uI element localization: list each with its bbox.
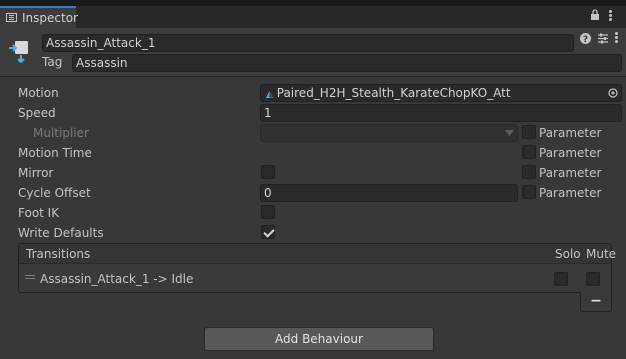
transitions-list: Transitions Solo Mute Assassin_Attack_1 … <box>18 243 616 293</box>
mirror-parameter-label: Parameter <box>539 166 602 180</box>
write-defaults-label: Write Defaults <box>18 226 104 240</box>
menu-icon[interactable] <box>608 10 612 22</box>
cycle-offset-parameter-checkbox[interactable] <box>522 185 536 199</box>
motion-value: Paired_H2H_Stealth_KarateChopKO_Att <box>276 86 511 100</box>
mirror-label: Mirror <box>18 166 54 180</box>
dropdown-arrow-icon <box>505 130 514 136</box>
motion-field[interactable]: ◭ Paired_H2H_Stealth_KarateChopKO_Att <box>260 84 622 102</box>
inspector-icon <box>6 13 17 22</box>
motion-time-parameter-checkbox[interactable] <box>522 145 536 159</box>
foot-ik-label: Foot IK <box>18 206 60 220</box>
speed-label: Speed <box>18 106 56 120</box>
transition-label: Assassin_Attack_1 -> Idle <box>40 272 194 286</box>
multiplier-parameter-label: Parameter <box>539 126 602 140</box>
write-defaults-checkbox[interactable] <box>261 225 275 239</box>
list-item[interactable]: Assassin_Attack_1 -> Idle <box>19 268 611 290</box>
window-top-bar <box>0 0 626 6</box>
transition-solo-checkbox[interactable] <box>554 272 568 286</box>
cycle-offset-parameter-label: Parameter <box>539 186 602 200</box>
animator-state-icon <box>9 41 28 64</box>
object-picker-icon[interactable] <box>608 88 618 98</box>
tag-field[interactable] <box>72 54 622 72</box>
cycle-offset-label: Cycle Offset <box>18 186 91 200</box>
help-icon[interactable]: ? <box>580 33 591 44</box>
transitions-header: Transitions Solo Mute <box>19 244 616 264</box>
anim-clip-icon: ◭ <box>266 90 273 100</box>
foot-ik-checkbox[interactable] <box>261 205 275 219</box>
transition-mute-checkbox[interactable] <box>586 272 600 286</box>
transitions-header-label: Transitions <box>26 247 91 261</box>
multiplier-dropdown[interactable] <box>260 124 518 142</box>
add-behaviour-button[interactable]: Add Behaviour <box>204 327 434 351</box>
object-header: Tag ? <box>0 28 626 77</box>
remove-transition-button[interactable]: − <box>580 292 612 312</box>
motion-label: Motion <box>18 86 59 100</box>
tab-inspector[interactable]: Inspector <box>0 6 78 28</box>
mute-column-label: Mute <box>586 247 617 261</box>
multiplier-parameter-checkbox[interactable] <box>522 125 536 139</box>
drag-handle-icon[interactable] <box>25 275 35 280</box>
tag-label: Tag <box>42 55 63 69</box>
motion-time-label: Motion Time <box>18 146 92 160</box>
tab-strip: Inspector <box>0 0 626 28</box>
svg-text:?: ? <box>583 35 588 44</box>
tab-inspector-label: Inspector <box>22 11 78 25</box>
mirror-checkbox[interactable] <box>261 165 275 179</box>
mirror-parameter-checkbox[interactable] <box>522 165 536 179</box>
speed-field[interactable] <box>260 104 622 122</box>
cycle-offset-field[interactable] <box>260 184 518 202</box>
solo-column-label: Solo <box>555 247 581 261</box>
lock-icon[interactable] <box>590 9 600 21</box>
header-menu-icon[interactable] <box>614 32 618 44</box>
settings-icon[interactable] <box>597 33 609 44</box>
motion-time-parameter-label: Parameter <box>539 146 602 160</box>
multiplier-label: Multiplier <box>33 126 89 140</box>
object-name-input[interactable] <box>42 34 574 52</box>
